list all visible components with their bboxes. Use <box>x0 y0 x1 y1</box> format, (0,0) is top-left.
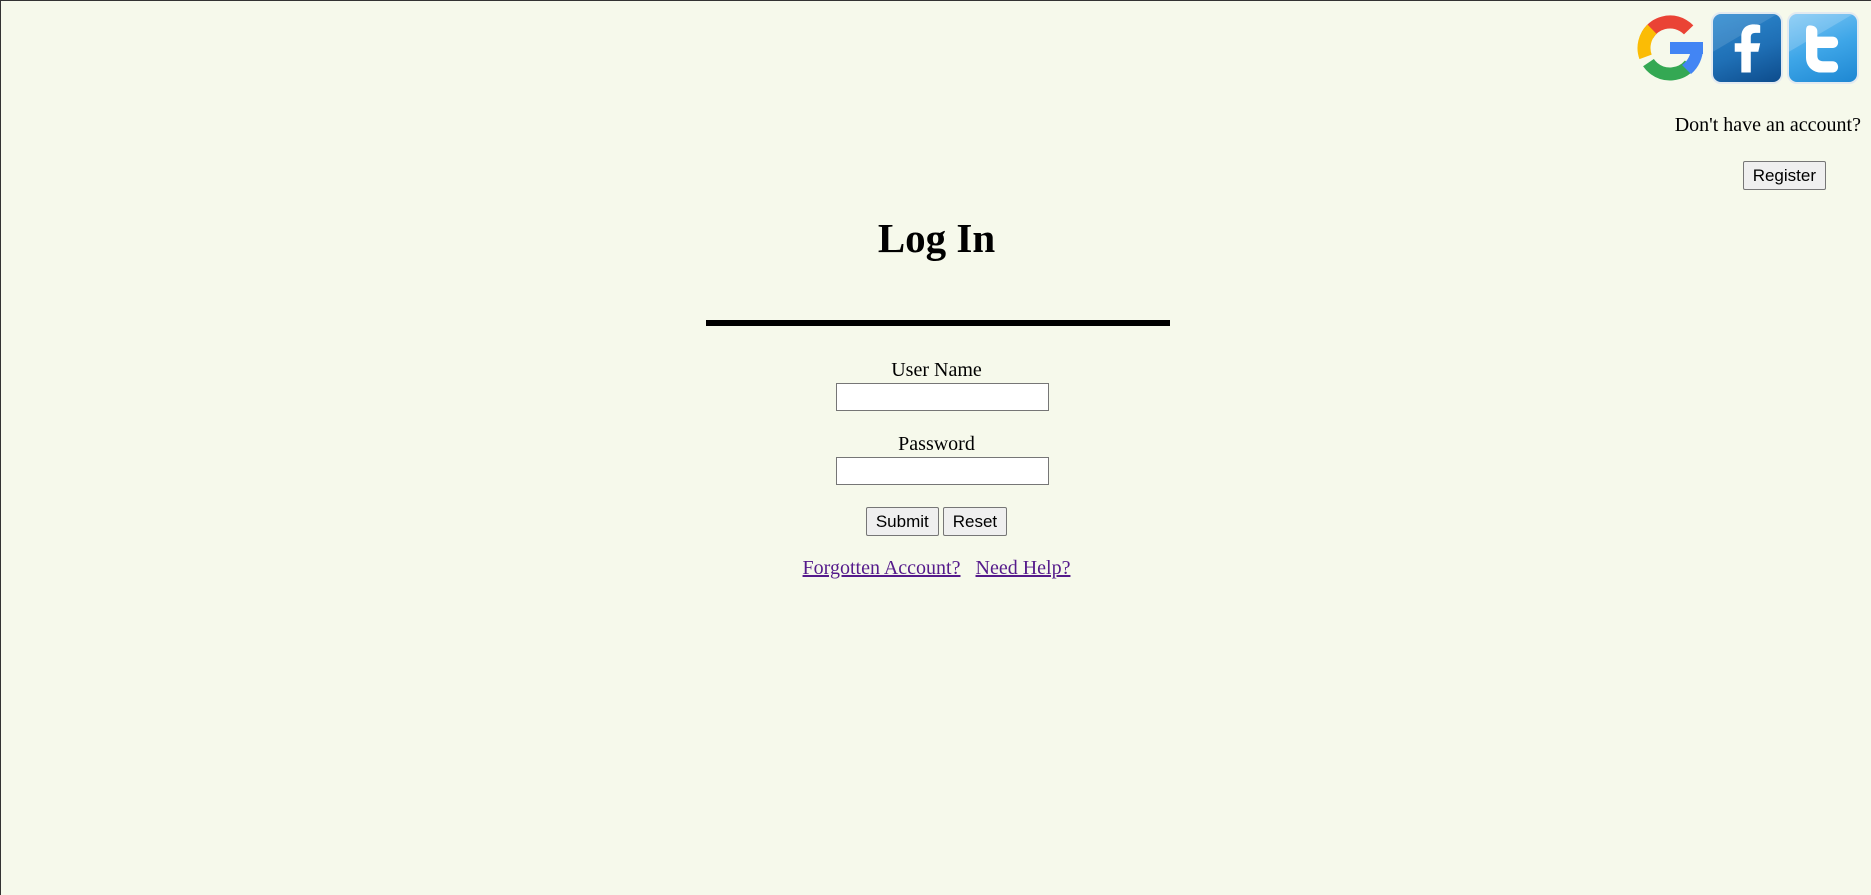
username-label: User Name <box>891 359 982 381</box>
social-login-bar <box>1633 11 1859 85</box>
facebook-icon[interactable] <box>1711 12 1783 84</box>
need-help-link[interactable]: Need Help? <box>976 557 1071 580</box>
form-buttons: Submit Reset <box>1 507 1871 536</box>
facebook-f-glyph <box>1713 14 1778 73</box>
reset-button[interactable]: Reset <box>942 507 1008 536</box>
register-button[interactable]: Register <box>1742 161 1826 190</box>
twitter-t-glyph <box>1789 14 1854 73</box>
submit-button[interactable]: Submit <box>865 507 939 536</box>
password-label: Password <box>898 433 975 455</box>
twitter-icon[interactable] <box>1787 12 1859 84</box>
title-divider <box>706 320 1170 326</box>
forgotten-account-link[interactable]: Forgotten Account? <box>803 557 961 580</box>
username-input[interactable] <box>836 383 1049 411</box>
help-links: Forgotten Account? Need Help? <box>1 557 1871 580</box>
no-account-text: Don't have an account? <box>1674 114 1861 136</box>
password-input[interactable] <box>836 457 1049 485</box>
account-prompt-box: Don't have an account? <box>1675 114 1861 137</box>
google-icon[interactable] <box>1633 11 1707 85</box>
page-title: Log In <box>877 215 996 261</box>
